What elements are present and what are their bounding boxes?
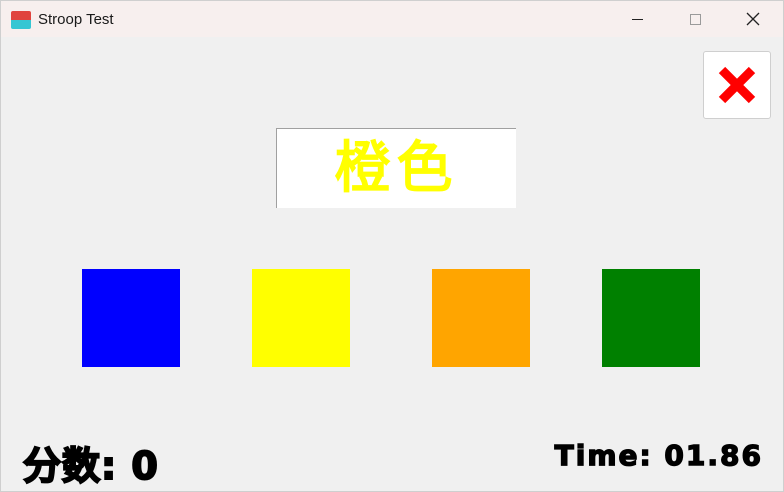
exit-game-button[interactable]	[703, 51, 771, 119]
red-x-icon	[718, 66, 756, 104]
color-option-blue[interactable]	[82, 269, 180, 367]
maximize-icon	[689, 13, 701, 25]
color-option-yellow[interactable]	[252, 269, 350, 367]
score-label: 分数: 0	[22, 443, 159, 489]
minimize-icon	[631, 18, 643, 20]
timer-label: Time: 01.86	[554, 438, 763, 472]
stimulus-word-box: 橙色	[276, 128, 516, 208]
color-option-green[interactable]	[602, 269, 700, 367]
maximize-button[interactable]	[667, 1, 723, 37]
app-icon	[11, 11, 31, 29]
title-bar: Stroop Test	[1, 1, 783, 37]
window-title: Stroop Test	[38, 11, 114, 28]
stimulus-word: 橙色	[334, 135, 459, 201]
minimize-button[interactable]	[609, 1, 665, 37]
color-option-orange[interactable]	[432, 269, 530, 367]
app-window: Stroop Test 橙色 分数: 0 Time: 01.86	[0, 0, 784, 492]
close-icon	[746, 12, 760, 26]
window-close-button[interactable]	[725, 1, 781, 37]
